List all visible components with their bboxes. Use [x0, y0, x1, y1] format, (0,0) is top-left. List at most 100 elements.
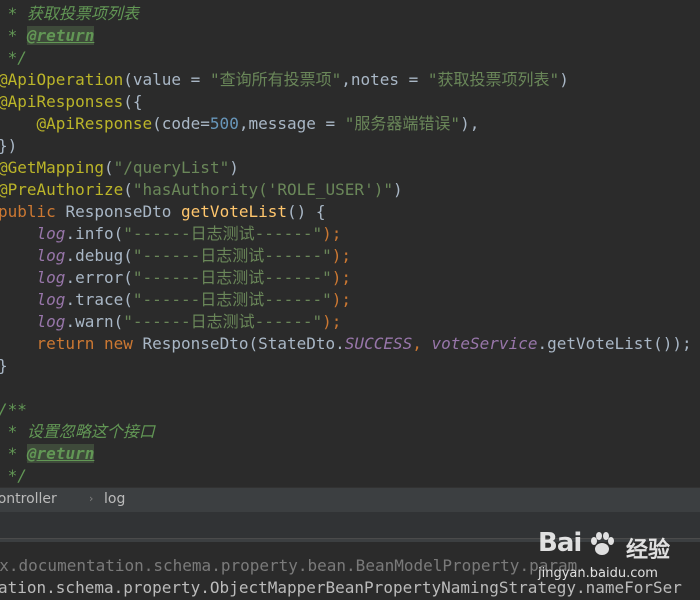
code-line[interactable]: @ApiOperation(value = "查询所有投票项",notes = … [0, 69, 569, 91]
string-token: "------日志测试------" [123, 224, 323, 243]
code-token: ResponseDto [65, 202, 182, 221]
code-line[interactable]: } [0, 355, 8, 377]
string-token: "服务器端错误" [344, 114, 461, 133]
string-token: "查询所有投票项" [209, 70, 342, 89]
code-line[interactable]: log.warn("------日志测试------"); [0, 311, 342, 333]
comment-token: */ [0, 466, 27, 485]
code-line[interactable]: log.trace("------日志测试------"); [0, 289, 351, 311]
code-line[interactable]: /** [0, 399, 27, 421]
code-token: ( [123, 180, 133, 199]
console-line: ation.schema.property.ObjectMapperBeanPr… [0, 578, 682, 597]
field-token: voteService [431, 334, 538, 353]
code-line[interactable]: * @return [0, 25, 95, 47]
string-token: "/queryList" [113, 158, 230, 177]
code-line[interactable]: */ [0, 47, 27, 69]
string-token: "------日志测试------" [123, 312, 323, 331]
code-line[interactable]: }) [0, 135, 17, 157]
code-token: () { [287, 202, 326, 221]
code-line[interactable]: log.debug("------日志测试------"); [0, 245, 351, 267]
code-editor[interactable]: * 获取投票项列表 * @return */ @ApiOperation(valu… [0, 0, 700, 487]
javadoc-tag-token: @return [26, 26, 95, 45]
keyword-token: public [0, 202, 66, 221]
field-token: SUCCESS [344, 334, 413, 353]
code-line[interactable]: @GetMapping("/queryList") [0, 157, 239, 179]
javadoc-tag-token: @return [26, 444, 95, 463]
keyword-token: ); [322, 224, 342, 243]
code-token: ) [559, 70, 569, 89]
code-token: ) [392, 180, 403, 199]
field-token: log [36, 224, 66, 243]
code-token: ResponseDto(StateDto. [142, 334, 345, 353]
string-token: "hasAuthority('ROLE_USER')" [132, 180, 393, 199]
code-line[interactable]: return new ResponseDto(StateDto.SUCCESS,… [0, 333, 692, 355]
comment-token: * [0, 4, 27, 23]
comment-token: /** [0, 400, 27, 419]
code-line[interactable]: * @return [0, 443, 95, 465]
code-line[interactable]: * 设置忽略这个接口 [0, 421, 155, 443]
method-name-token: getVoteList [181, 202, 287, 221]
console-line: fox.documentation.schema.property.bean.B… [0, 556, 607, 575]
code-token: }) [0, 136, 18, 155]
code-token: ({ [123, 92, 143, 111]
comment-token: */ [0, 48, 27, 67]
breadcrumb-item-controller[interactable]: controller [0, 488, 57, 510]
keyword-token: , [412, 334, 432, 353]
keyword-token: ); [331, 246, 352, 265]
tool-window-header [0, 512, 700, 538]
annotation-token: @ApiResponses [0, 92, 124, 111]
annotation-token: @GetMapping [0, 158, 104, 177]
code-line[interactable]: log.info("------日志测试------"); [0, 223, 342, 245]
code-token: } [0, 356, 8, 375]
keyword-token: ); [331, 290, 352, 309]
comment-token: * [0, 444, 27, 463]
breadcrumb-chevron-icon: › [89, 492, 94, 505]
code-token: ( [103, 158, 114, 177]
code-line[interactable]: @ApiResponse(code=500,message = "服务器端错误"… [0, 113, 480, 135]
comment-token: 获取投票项列表 [26, 4, 139, 23]
keyword-token: return new [36, 334, 143, 353]
annotation-token: @ApiOperation [0, 70, 124, 89]
code-line[interactable]: log.error("------日志测试------"); [0, 267, 351, 289]
comment-token: * [0, 26, 27, 45]
field-token: log [36, 312, 66, 331]
code-line[interactable]: @PreAuthorize("hasAuthority('ROLE_USER')… [0, 179, 403, 201]
code-token: .info( [65, 224, 124, 243]
code-line[interactable]: */ [0, 465, 27, 487]
code-line[interactable]: public ResponseDto getVoteList() { [0, 201, 326, 223]
comment-token: 设置忽略这个接口 [26, 422, 155, 441]
annotation-token: @PreAuthorize [0, 180, 124, 199]
field-token: log [36, 246, 66, 265]
code-token: .debug( [65, 246, 133, 265]
code-token: .error( [65, 268, 133, 287]
code-token: .warn( [65, 312, 124, 331]
code-line[interactable]: @ApiResponses({ [0, 91, 143, 113]
console-output[interactable]: fox.documentation.schema.property.bean.B… [0, 542, 700, 600]
breadcrumb-bar: controller › log [0, 487, 700, 512]
breadcrumb-item-log[interactable]: log [104, 488, 125, 510]
string-token: "------日志测试------" [132, 290, 332, 309]
string-token: "------日志测试------" [132, 246, 332, 265]
comment-token: * [0, 422, 27, 441]
code-token: ,notes = [341, 70, 428, 89]
code-token: .getVoteList()); [537, 334, 692, 353]
field-token: log [36, 268, 66, 287]
keyword-token: ); [331, 268, 352, 287]
string-token: "------日志测试------" [132, 268, 332, 287]
field-token: log [36, 290, 66, 309]
string-token: "获取投票项列表" [427, 70, 560, 89]
code-token: .trace( [65, 290, 133, 309]
code-token: ), [460, 114, 480, 133]
code-token: (code= [152, 114, 210, 133]
code-token: ,message = [238, 114, 345, 133]
annotation-token: @ApiResponse [36, 114, 153, 133]
code-line[interactable]: * 获取投票项列表 [0, 3, 139, 25]
code-token: (value = [123, 70, 210, 89]
code-token: ) [229, 158, 239, 177]
